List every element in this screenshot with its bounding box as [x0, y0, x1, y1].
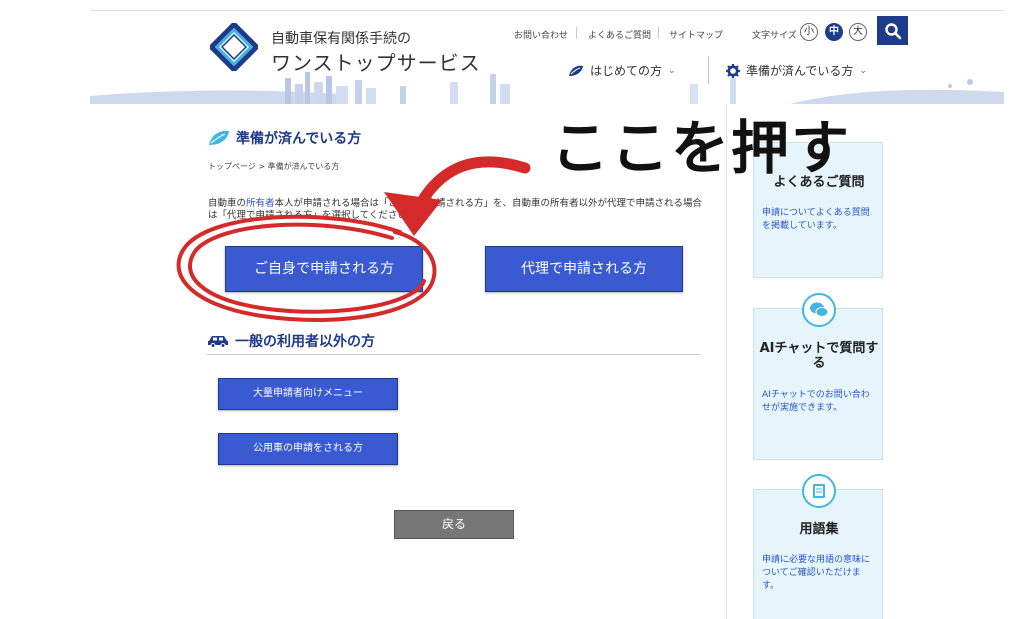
nav-prepared[interactable]: 準備が済んでいる方 ⌄ — [726, 62, 867, 79]
annotation-text: ここを押す — [551, 114, 852, 182]
book-icon — [802, 474, 836, 508]
contact-link[interactable]: お問い合わせ — [514, 28, 568, 41]
page-title-text: 準備が済んでいる方 — [236, 131, 362, 147]
owner-link[interactable]: 所有者 — [246, 198, 275, 209]
glossary-card[interactable]: 用語集 申請に必要な用語の意味についてご確認いただけます。 — [753, 474, 883, 619]
breadcrumb-home[interactable]: トップページ — [208, 162, 256, 171]
description-part: 本人が申請される場合は「ご自身で申請される方」を、自動車の所有者以外が代理で申請… — [208, 198, 703, 221]
section-heading-text: 一般の利用者以外の方 — [235, 334, 375, 350]
divider — [207, 354, 700, 355]
description-text: 自動車の所有者本人が申請される場合は「ご自身で申請される方」を、自動車の所有者以… — [208, 198, 703, 222]
nav-first-time-label: はじめての方 — [590, 64, 663, 78]
search-button[interactable] — [877, 16, 908, 45]
nav-first-time[interactable]: はじめての方 ⌄ — [568, 62, 676, 79]
gear-icon — [726, 63, 740, 78]
font-size-label: 文字サイズ — [752, 31, 797, 41]
proxy-application-button[interactable]: 代理で申請される方 — [485, 246, 683, 292]
nav-prepared-label: 準備が済んでいる方 — [746, 64, 854, 78]
self-application-button[interactable]: ご自身で申請される方 — [225, 246, 423, 292]
bulk-applicant-menu-button[interactable]: 大量申請者向けメニュー — [218, 378, 398, 410]
page-title: 準備が済んでいる方 — [208, 128, 361, 148]
leaf-icon — [209, 130, 229, 145]
chat-icon — [802, 293, 836, 327]
ai-chat-card[interactable]: AIチャットで質問する AIチャットでのお問い合わせが実施できます。 — [753, 293, 883, 460]
faq-card-text: 申請についてよくある質問を掲載しています。 — [762, 208, 870, 231]
glossary-card-title: 用語集 — [799, 522, 839, 537]
logo-title-line1[interactable]: 自動車保有関係手続の — [271, 28, 411, 48]
util-separator — [576, 27, 577, 39]
sitemap-link[interactable]: サイトマップ — [669, 28, 723, 41]
chevron-down-icon: ⌄ — [668, 65, 676, 76]
breadcrumb-current: 準備が済んでいる方 — [267, 162, 340, 171]
font-size-medium-button[interactable]: 中 — [825, 23, 843, 41]
chevron-down-icon: ⌄ — [859, 65, 867, 76]
util-separator — [658, 27, 659, 39]
faq-link[interactable]: よくあるご質問 — [588, 28, 651, 41]
logo-title-line2[interactable]: ワンストップサービス — [271, 47, 481, 76]
back-button[interactable]: 戻る — [394, 510, 514, 539]
search-icon — [884, 22, 901, 39]
section-heading-non-general: 一般の利用者以外の方 — [207, 331, 375, 351]
description-part: 自動車の — [208, 198, 247, 209]
logo-icon[interactable] — [210, 23, 258, 71]
font-size-small-button[interactable]: 小 — [800, 23, 818, 41]
public-vehicle-button[interactable]: 公用車の申請をされる方 — [218, 433, 398, 465]
leaf-icon — [569, 65, 583, 76]
breadcrumb-separator: > — [258, 162, 266, 171]
breadcrumb: トップページ > 準備が済んでいる方 — [208, 161, 339, 172]
car-icon — [208, 336, 228, 348]
font-size-large-button[interactable]: 大 — [849, 23, 867, 41]
glossary-card-text: 申請に必要な用語の意味についてご確認いただけます。 — [762, 555, 871, 591]
ai-chat-card-text: AIチャットでのお問い合わせが実施できます。 — [762, 390, 870, 413]
nav-divider — [708, 56, 709, 84]
ai-chat-card-title: AIチャットで質問する — [759, 341, 879, 371]
site-header: 自動車保有関係手続の ワンストップサービス お問い合わせ よくあるご質問 サイト… — [90, 11, 1004, 104]
